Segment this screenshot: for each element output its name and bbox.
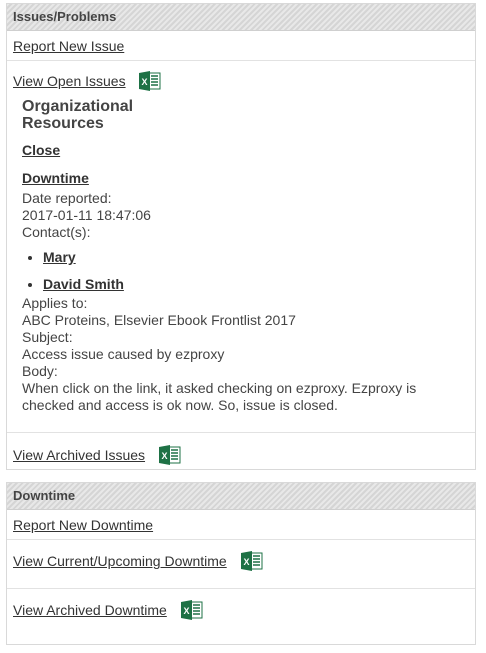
svg-text:X: X (183, 606, 189, 616)
view-archived-downtime-link[interactable]: View Archived Downtime (13, 602, 167, 618)
subject-value: Access issue caused by ezproxy (22, 346, 225, 362)
close-issue-link[interactable]: Close (22, 142, 60, 158)
date-reported-label: Date reported: (22, 190, 112, 206)
excel-export-current-downtime-icon[interactable]: X (240, 551, 263, 574)
current-downtime-row: View Current/Upcoming Downtime X (7, 540, 475, 589)
issues-panel: Issues/Problems Report New Issue View Op… (6, 3, 476, 470)
report-new-issue-link[interactable]: Report New Issue (13, 38, 124, 54)
excel-export-archived-issues-icon[interactable]: X (158, 445, 181, 468)
svg-text:X: X (161, 451, 167, 461)
report-new-downtime-link[interactable]: Report New Downtime (13, 517, 153, 533)
svg-text:X: X (243, 557, 249, 567)
applies-to-value: ABC Proteins, Elsevier Ebook Frontlist 2… (22, 312, 296, 328)
body-value: When click on the link, it asked checkin… (22, 380, 417, 413)
organization-title: Organizational Resources (22, 98, 134, 132)
list-item: David Smith (43, 276, 475, 293)
issue-type-link[interactable]: Downtime (22, 170, 89, 186)
applies-to-label: Applies to: (22, 295, 88, 311)
view-open-issues-line: View Open Issues X (13, 71, 475, 94)
open-issue-details: Organizational Resources Close Downtime … (13, 98, 475, 414)
contact-link-david-smith[interactable]: David Smith (43, 276, 124, 293)
view-current-downtime-link[interactable]: View Current/Upcoming Downtime (13, 553, 227, 569)
archived-issues-row: View Archived Issues X (7, 433, 475, 471)
archived-downtime-row: View Archived Downtime X (7, 589, 475, 638)
contacts-list: Mary David Smith (22, 249, 475, 293)
date-reported-value: 2017-01-11 18:47:06 (22, 207, 151, 223)
excel-export-archived-downtime-icon[interactable]: X (180, 600, 203, 623)
subject-label: Subject: (22, 329, 73, 345)
excel-export-open-issues-icon[interactable]: X (139, 71, 161, 94)
downtime-panel: Downtime Report New Downtime View Curren… (6, 482, 476, 645)
report-new-issue-row: Report New Issue (7, 31, 475, 61)
svg-text:X: X (142, 77, 148, 87)
report-new-downtime-row: Report New Downtime (7, 510, 475, 540)
contacts-label: Contact(s): (22, 224, 91, 240)
view-open-issues-link[interactable]: View Open Issues (13, 73, 126, 89)
view-archived-issues-link[interactable]: View Archived Issues (13, 447, 145, 463)
issues-panel-header: Issues/Problems (7, 4, 475, 31)
open-issues-row: View Open Issues X Organizational Resour… (7, 61, 475, 433)
contact-link-mary[interactable]: Mary (43, 249, 76, 266)
body-label: Body: (22, 363, 58, 379)
downtime-panel-header: Downtime (7, 483, 475, 510)
list-item: Mary (43, 249, 475, 266)
